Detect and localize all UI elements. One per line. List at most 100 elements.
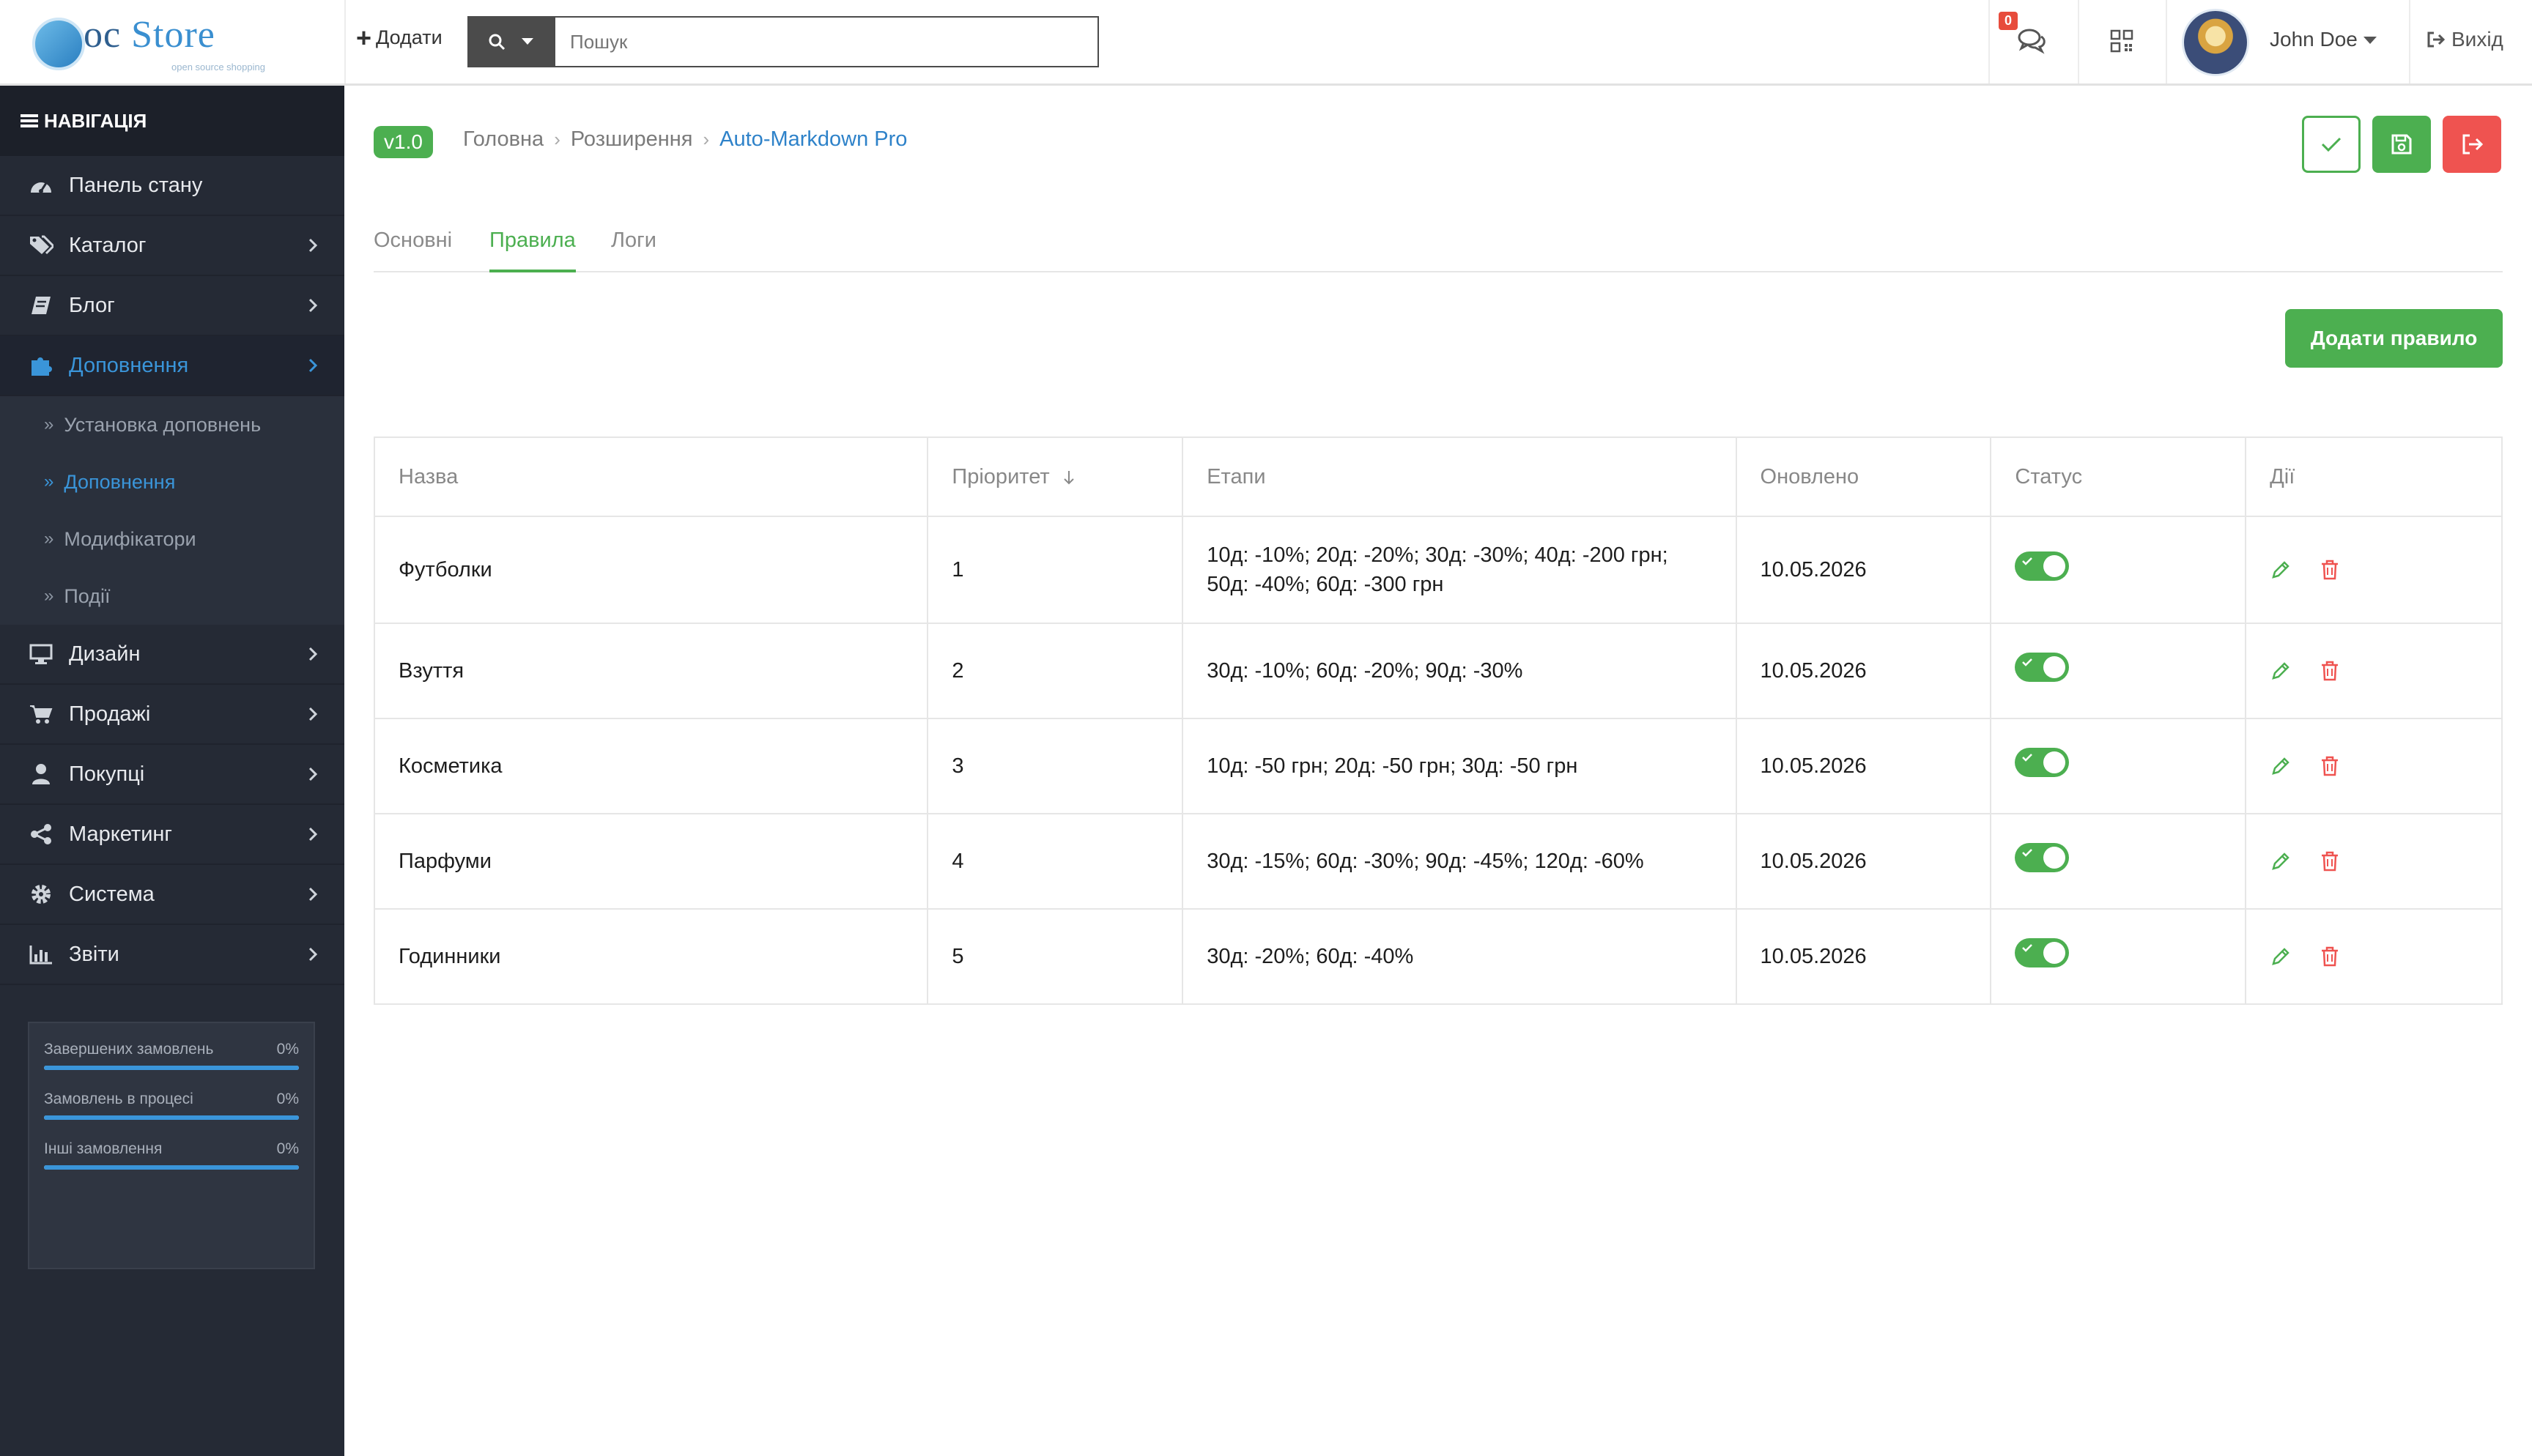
logo-tagline: open source shopping — [171, 62, 265, 73]
breadcrumb-extensions-link[interactable]: Розширення — [571, 127, 693, 152]
rules-table: Назва Пріоритет Етапи Оновлено Статус Ді… — [373, 437, 2503, 1005]
check-icon — [2022, 753, 2033, 762]
sidebar-item-system[interactable]: Система — [0, 865, 344, 925]
rule-actions — [2245, 718, 2503, 814]
add-rule-button[interactable]: Додати правило — [2285, 309, 2503, 368]
sidebar-subitem-events[interactable]: » Події — [0, 568, 344, 625]
floppy-disk-icon — [2391, 134, 2412, 155]
plus-icon: + — [356, 22, 372, 53]
search-type-dropdown[interactable] — [467, 16, 554, 67]
sidebar-item-sales[interactable]: Продажі — [0, 685, 344, 745]
stat-value: 0% — [276, 1140, 299, 1157]
delete-trash-icon[interactable] — [2320, 660, 2340, 682]
sidebar-subitem-install-extensions[interactable]: » Установка доповнень — [0, 396, 344, 453]
share-icon — [28, 822, 54, 846]
cart-icon — [28, 702, 54, 726]
navigation-heading-label: НАВІГАЦІЯ — [44, 109, 147, 132]
rule-actions — [2245, 623, 2503, 719]
tab-logs[interactable]: Логи — [611, 229, 656, 272]
caret-down-icon — [522, 38, 533, 45]
sidebar-item-reports[interactable]: Звіти — [0, 925, 344, 985]
stat-value: 0% — [276, 1041, 299, 1058]
edit-pencil-icon[interactable] — [2270, 755, 2292, 777]
row-actions — [2270, 660, 2478, 682]
delete-trash-icon[interactable] — [2320, 850, 2340, 872]
status-toggle[interactable] — [2015, 842, 2070, 872]
rule-stages-line: 10д: -10%; 20д: -20%; 30д: -30%; 40д: -2… — [1207, 543, 1668, 567]
sidebar-item-marketing[interactable]: Маркетинг — [0, 805, 344, 865]
sidebar-subitem-label: Модифікатори — [64, 527, 196, 550]
edit-pencil-icon[interactable] — [2270, 660, 2292, 682]
breadcrumb-current-link[interactable]: Auto-Markdown Pro — [719, 127, 907, 152]
double-chevron-icon: » — [44, 586, 54, 606]
sidebar-item-design[interactable]: Дизайн — [0, 625, 344, 685]
exit-button[interactable] — [2443, 116, 2501, 173]
messages-count-badge: 0 — [1999, 12, 2018, 30]
qr-code-button[interactable] — [2078, 0, 2166, 83]
column-header-stages[interactable]: Етапи — [1182, 437, 1737, 517]
sidebar-item-dashboard[interactable]: Панель стану — [0, 156, 344, 216]
rule-actions — [2245, 516, 2503, 624]
chevron-right-icon — [308, 238, 318, 253]
sidebar-item-blog[interactable]: Блог — [0, 276, 344, 336]
column-header-name[interactable]: Назва — [373, 437, 929, 517]
rule-priority: 2 — [927, 623, 1184, 719]
rule-updated: 10.05.2026 — [1735, 908, 1992, 1005]
rule-priority: 3 — [927, 718, 1184, 814]
caret-down-icon[interactable] — [2363, 37, 2377, 45]
rule-status — [1990, 516, 2247, 624]
store-logo[interactable]: oc Store open source shopping — [32, 13, 340, 73]
rule-name: Косметика — [373, 718, 929, 814]
add-new-button[interactable]: + Додати — [356, 22, 443, 53]
sidebar-subitem-modifications[interactable]: » Модифікатори — [0, 510, 344, 568]
delete-trash-icon[interactable] — [2320, 755, 2340, 777]
edit-pencil-icon[interactable] — [2270, 559, 2292, 581]
breadcrumb-home-link[interactable]: Головна — [463, 127, 544, 152]
status-toggle[interactable] — [2015, 551, 2070, 581]
user-avatar[interactable] — [2182, 9, 2249, 76]
sidebar-item-customers[interactable]: Покупці — [0, 745, 344, 805]
sidebar-item-extensions[interactable]: Доповнення — [0, 336, 344, 396]
header-divider — [344, 0, 346, 83]
stat-value: 0% — [276, 1091, 299, 1107]
status-toggle[interactable] — [2015, 652, 2070, 682]
save-button[interactable] — [2372, 116, 2431, 173]
rule-name: Годинники — [373, 908, 929, 1005]
double-chevron-icon: » — [44, 472, 54, 491]
rule-name: Футболки — [373, 516, 929, 624]
column-header-status[interactable]: Статус — [1990, 437, 2247, 517]
edit-pencil-icon[interactable] — [2270, 850, 2292, 872]
delete-trash-icon[interactable] — [2320, 559, 2340, 581]
user-name[interactable]: John Doe — [2270, 28, 2358, 51]
rule-updated: 10.05.2026 — [1735, 813, 1992, 910]
logout-button[interactable]: Вихід — [2426, 28, 2503, 51]
sidebar-item-label: Маркетинг — [69, 822, 172, 846]
navigation-heading[interactable]: НАВІГАЦІЯ — [0, 86, 344, 156]
sidebar-subitem-label: Установка доповнень — [64, 413, 262, 436]
delete-trash-icon[interactable] — [2320, 946, 2340, 967]
sidebar-subitem-extensions[interactable]: » Доповнення — [0, 453, 344, 510]
sidebar-item-label: Система — [69, 882, 155, 906]
sidebar-item-catalog[interactable]: Каталог — [0, 216, 344, 276]
sidebar-subitem-label: Доповнення — [64, 470, 176, 493]
header-divider — [2409, 0, 2410, 83]
check-icon — [2022, 557, 2033, 565]
column-header-updated[interactable]: Оновлено — [1735, 437, 1992, 517]
stat-label: Замовлень в процесі — [44, 1091, 193, 1107]
tab-rules[interactable]: Правила — [489, 229, 576, 272]
sidebar-subitem-label: Події — [64, 584, 111, 607]
edit-pencil-icon[interactable] — [2270, 946, 2292, 967]
status-toggle[interactable] — [2015, 937, 2070, 967]
breadcrumb-separator: › — [703, 128, 710, 150]
search-input[interactable] — [554, 16, 1099, 67]
chevron-right-icon — [308, 767, 318, 781]
tab-general[interactable]: Основні — [374, 229, 452, 272]
apply-button[interactable] — [2302, 116, 2361, 173]
cart-logo-icon — [32, 18, 85, 70]
top-header: oc Store open source shopping + Додати 0… — [0, 0, 2532, 86]
status-toggle[interactable] — [2015, 747, 2070, 777]
puzzle-icon — [28, 354, 54, 377]
row-actions — [2270, 559, 2478, 581]
column-header-priority[interactable]: Пріоритет — [927, 437, 1184, 517]
bars-icon — [21, 114, 38, 127]
